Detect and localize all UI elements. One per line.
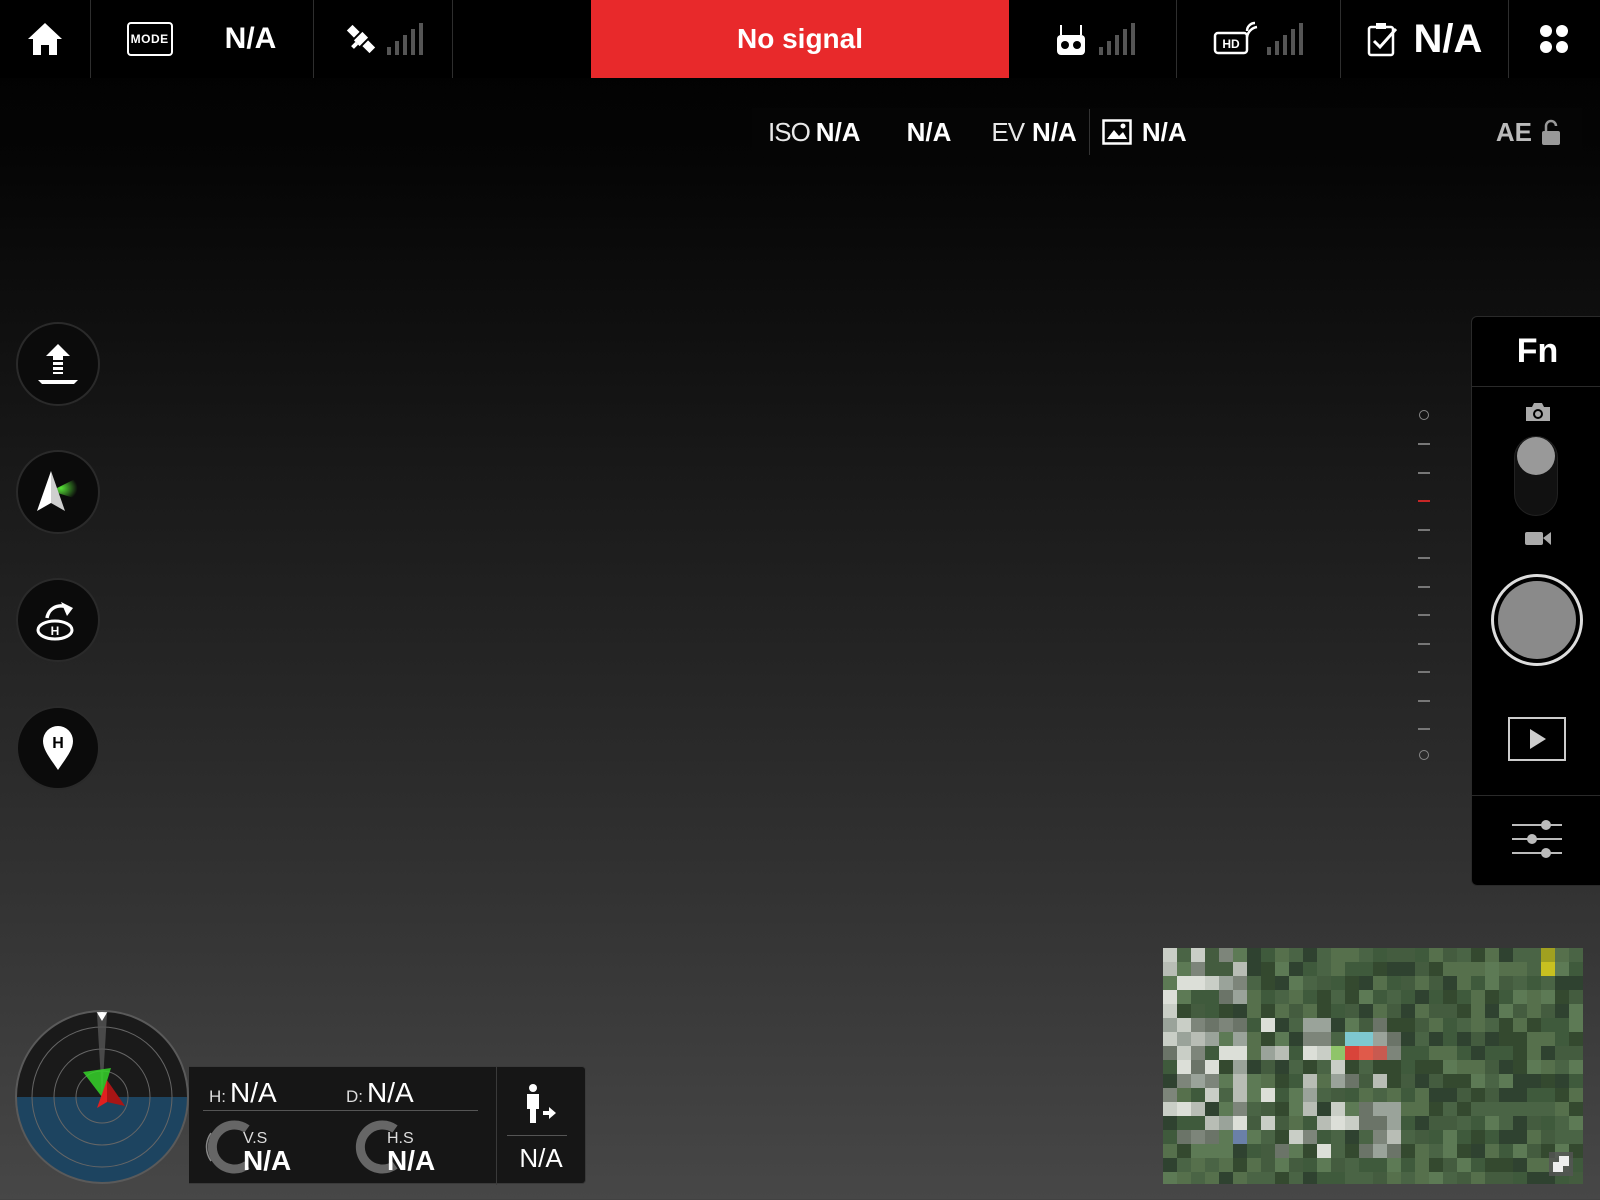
camera-control-panel: Fn <box>1471 316 1600 886</box>
camera-settings-bar[interactable]: ISO N/A N/A EV N/A N/A AE <box>752 108 1582 156</box>
video-camera-icon <box>1525 532 1551 545</box>
takeoff-icon <box>38 344 78 384</box>
hs-value: N/A <box>387 1145 436 1176</box>
home-point-pin-icon: H <box>43 726 73 770</box>
ae-lock-label[interactable]: AE <box>1496 117 1532 148</box>
svg-text:HD: HD <box>1222 37 1240 51</box>
remote-controller-signal[interactable] <box>1009 0 1176 78</box>
playback-button[interactable] <box>1508 717 1566 761</box>
minimap[interactable] <box>1163 948 1583 1184</box>
gps-status[interactable] <box>313 0 452 78</box>
distance-readout: D: N/A <box>346 1077 414 1109</box>
more-menu-button[interactable] <box>1508 0 1600 78</box>
fn-button[interactable]: Fn <box>1472 317 1600 387</box>
distance-value: N/A <box>367 1077 414 1108</box>
top-bar: MODE N/A No signal HD N/A <box>0 0 1600 78</box>
vertical-speed-readout: V.S N/A <box>243 1131 291 1175</box>
satellite-map-tiles <box>1163 948 1583 1184</box>
home-icon <box>28 23 62 55</box>
video-signal-bars <box>1267 23 1303 55</box>
distance-label: D: <box>346 1087 363 1106</box>
shutter-value: N/A <box>906 116 952 147</box>
battery-checklist-icon <box>1367 23 1397 57</box>
vision-positioning-icon <box>527 1084 556 1123</box>
svg-text:H: H <box>51 624 60 638</box>
height-value: N/A <box>230 1077 277 1108</box>
flight-mode-status[interactable]: MODE N/A <box>90 0 313 78</box>
ev-value: N/A <box>1032 116 1077 147</box>
iso-value: N/A <box>815 116 861 147</box>
return-home-icon: H <box>36 602 74 641</box>
remote-controller-icon <box>1056 25 1085 55</box>
mode-icon: MODE <box>126 22 173 56</box>
video-link-signal[interactable]: HD <box>1176 0 1340 78</box>
svg-text:H: H <box>52 735 64 752</box>
gps-signal-bars <box>386 23 423 55</box>
battery-status[interactable]: N/A <box>1340 0 1508 78</box>
rc-signal-bars <box>1098 23 1135 55</box>
return-to-home-button[interactable]: H <box>16 578 100 662</box>
home-button[interactable] <box>0 0 90 78</box>
north-indicator-icon <box>96 1012 108 1021</box>
battery-value: N/A <box>1413 16 1483 61</box>
image-format-value: N/A <box>1141 116 1187 147</box>
photo-video-toggle-knob[interactable] <box>1517 437 1555 475</box>
ev-label: EV <box>991 116 1025 147</box>
satellite-icon <box>346 24 375 54</box>
navigation-arrow-icon <box>37 471 79 511</box>
hd-link-icon: HD <box>1213 21 1258 55</box>
takeoff-button[interactable] <box>16 322 100 406</box>
status-banner[interactable]: No signal <box>591 0 1009 78</box>
shutter-button[interactable] <box>1498 581 1576 659</box>
aircraft-icon <box>97 1080 125 1108</box>
height-label: H: <box>209 1087 226 1106</box>
attitude-radar[interactable] <box>15 1010 189 1184</box>
unlock-icon[interactable] <box>1540 118 1562 146</box>
vs-value: N/A <box>243 1145 292 1176</box>
home-point-button[interactable]: H <box>16 706 100 790</box>
vision-positioning-value: N/A <box>519 1143 563 1173</box>
play-icon <box>1530 729 1546 749</box>
image-format-icon <box>1102 119 1132 145</box>
camera-settings-sliders-icon[interactable] <box>1510 817 1564 861</box>
intelligent-flight-button[interactable] <box>16 450 100 534</box>
telemetry-panel: H: N/A D: N/A V.S N/A H.S N/A N/A <box>189 1066 586 1185</box>
flight-mode-value: N/A <box>224 22 277 55</box>
horizontal-speed-readout: H.S N/A <box>387 1131 435 1175</box>
grid-dots-icon <box>1540 25 1568 53</box>
height-readout: H: N/A <box>209 1077 277 1109</box>
iso-label: ISO <box>768 116 811 147</box>
map-expand-icon[interactable] <box>1547 1150 1575 1178</box>
photo-camera-icon <box>1526 403 1550 421</box>
